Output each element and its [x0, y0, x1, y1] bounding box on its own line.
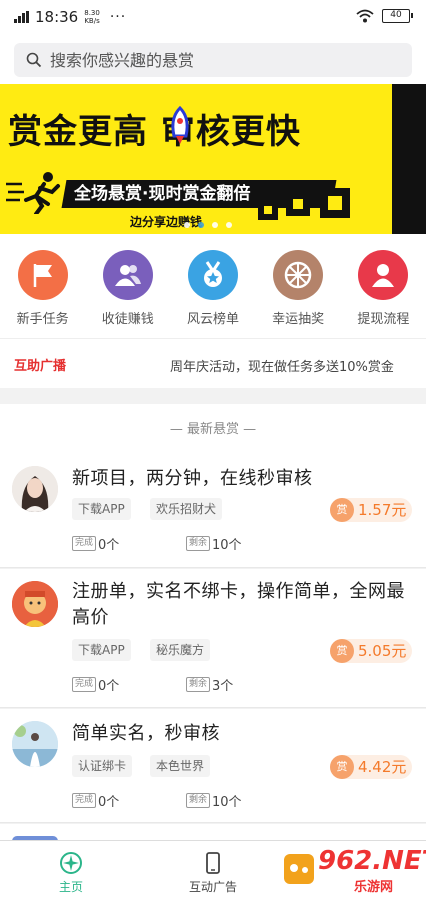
watermark-logo: 962.NET 乐游网 — [282, 840, 426, 898]
reward-icon: 赏 — [330, 755, 354, 779]
completed-count: 完成 0个 — [72, 791, 119, 810]
carousel-dot[interactable] — [184, 222, 190, 228]
running-man-icon — [6, 172, 60, 214]
task-tag: 欢乐招财犬 — [150, 498, 223, 520]
search-bar[interactable] — [14, 43, 412, 77]
reward-badge: 赏 4.42元 — [330, 755, 412, 779]
completed-count: 完成 0个 — [72, 675, 119, 694]
section-title: — 最新悬赏 — — [0, 404, 426, 454]
carousel-indicator — [184, 222, 232, 228]
clock: 18:36 — [35, 8, 79, 26]
search-bar-container — [0, 36, 426, 84]
avatar — [12, 466, 58, 512]
task-tag: 下载APP — [72, 498, 131, 520]
task-title: 简单实名，秒审核 — [72, 723, 220, 744]
wifi-icon — [356, 9, 374, 23]
network-speed: 8.30 KB/s — [84, 9, 100, 25]
rocket-icon — [171, 106, 189, 144]
task-tag: 秘乐魔方 — [150, 639, 211, 661]
task-card[interactable]: 简单实名，秒审核 认证绑卡 本色世界 赏 4.42元 完成 0个 剩余 10个 — [0, 709, 426, 823]
search-icon — [26, 52, 42, 68]
reward-badge: 赏 1.57元 — [330, 498, 412, 522]
task-tag: 认证绑卡 — [72, 755, 133, 777]
more-status-icon: ··· — [109, 9, 127, 25]
quick-link-newbie-tasks[interactable]: 新手任务 — [0, 234, 85, 338]
quick-link-withdraw-process[interactable]: 提现流程 — [341, 234, 426, 338]
quick-link-recruit-earn[interactable]: 收徒赚钱 — [85, 234, 170, 338]
reward-icon: 赏 — [330, 639, 354, 663]
tab-interactive-ads[interactable]: 互动广告 — [142, 841, 284, 900]
promo-banner[interactable]: 赏金更高 审核更快 全场悬赏·现时赏金翻倍 边分享边赚钱 — [0, 84, 426, 234]
carousel-dot[interactable] — [226, 222, 232, 228]
flag-icon — [17, 250, 68, 300]
avatar — [12, 721, 58, 767]
signal-icon — [14, 11, 29, 23]
reward-badge: 赏 5.05元 — [330, 639, 412, 663]
carousel-dot-active[interactable] — [198, 222, 204, 228]
gamepad-icon — [284, 854, 314, 884]
reward-icon: 赏 — [330, 498, 354, 522]
search-input[interactable] — [50, 50, 390, 70]
quick-links: 新手任务 收徒赚钱 风云榜单 幸运抽奖 提现流程 — [0, 234, 426, 338]
quick-link-lucky-draw[interactable]: 幸运抽奖 — [256, 234, 341, 338]
users-icon — [102, 250, 153, 300]
avatar — [12, 581, 58, 627]
home-icon — [60, 852, 82, 874]
status-bar: 18:36 8.30 KB/s ··· 40 — [0, 0, 426, 36]
task-title: 新项目，两分钟，在线秒审核 — [72, 468, 313, 489]
completed-count: 完成 0个 — [72, 534, 119, 553]
quick-link-leaderboard[interactable]: 风云榜单 — [170, 234, 255, 338]
remaining-count: 剩余 10个 — [186, 791, 242, 810]
carousel-dot[interactable] — [212, 222, 218, 228]
bottom-navigation: 主页 互动广告 962.NET 乐游网 — [0, 840, 426, 900]
task-card[interactable]: 注册单，实名不绑卡，操作简单，全网最高价 下载APP 秘乐魔方 赏 5.05元 … — [0, 569, 426, 708]
phone-icon — [206, 852, 220, 874]
broadcast-ticker[interactable]: 互助广播 周年庆活动，现在做任务多送10%赏金 — [0, 338, 426, 388]
decorative-squares-icon — [258, 188, 350, 220]
remaining-count: 剩余 3个 — [186, 675, 233, 694]
banner-side-panel — [392, 84, 426, 234]
banner-title: 赏金更高 审核更快 — [8, 112, 301, 152]
battery-icon: 40 — [382, 9, 413, 23]
broadcast-text: 周年庆活动，现在做任务多送10%赏金 — [170, 360, 394, 375]
task-tag: 下载APP — [72, 639, 131, 661]
task-tag: 本色世界 — [150, 755, 211, 777]
wheel-icon — [273, 250, 324, 300]
remaining-count: 剩余 10个 — [186, 534, 242, 553]
user-icon — [358, 250, 409, 300]
task-card[interactable]: 新项目，两分钟，在线秒审核 下载APP 欢乐招财犬 赏 1.57元 完成 0个 剩… — [0, 454, 426, 568]
medal-icon — [187, 250, 238, 300]
broadcast-label: 互助广播 — [14, 359, 67, 374]
task-title: 注册单，实名不绑卡，操作简单，全网最高价 — [72, 581, 405, 628]
tab-home[interactable]: 主页 — [0, 841, 142, 900]
